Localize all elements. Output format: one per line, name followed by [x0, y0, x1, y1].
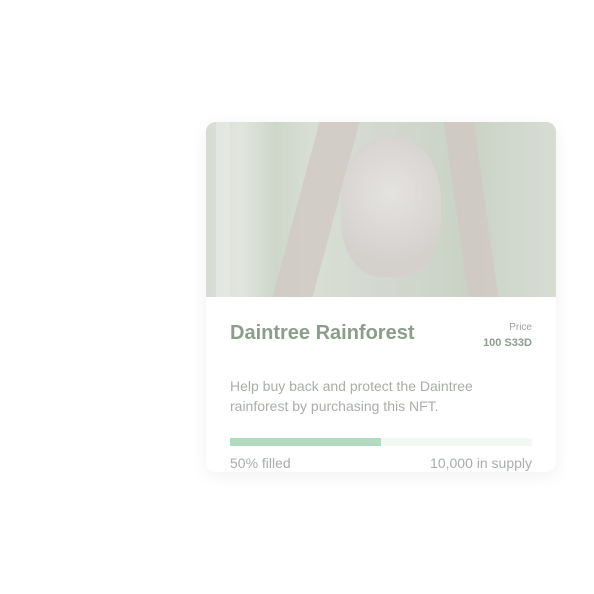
progress-bar — [230, 438, 532, 446]
supply-label: 10,000 in supply — [430, 455, 532, 471]
progress-fill — [230, 438, 381, 446]
card-description: Help buy back and protect the Daintree r… — [230, 378, 473, 414]
nft-card[interactable]: Daintree Rainforest Price 100 S33D Help … — [206, 122, 556, 472]
price-value: 100 S33D — [483, 337, 532, 349]
card-title: Daintree Rainforest — [230, 322, 415, 344]
koala-image — [206, 122, 556, 297]
filled-label: 50% filled — [230, 455, 291, 471]
price-label: Price — [509, 322, 532, 333]
